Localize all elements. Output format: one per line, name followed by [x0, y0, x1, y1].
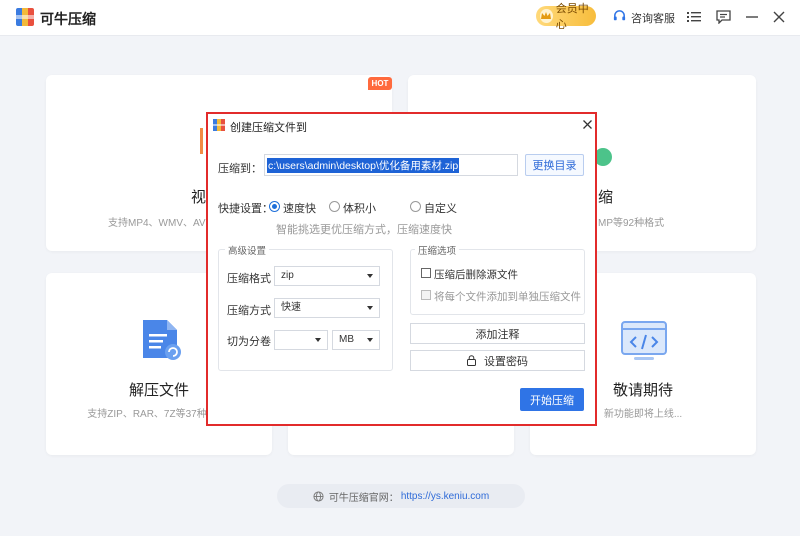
- start-compress-button[interactable]: 开始压缩: [520, 388, 584, 411]
- method-label: 压缩方式: [227, 305, 271, 317]
- dialog-title: 创建压缩文件到: [230, 122, 307, 134]
- set-password-label: 设置密码: [484, 355, 528, 368]
- crown-icon: [540, 9, 553, 23]
- hot-badge: HOT: [368, 77, 392, 90]
- image-card-subtitle: MP等92种格式: [598, 218, 665, 229]
- compress-to-label: 压缩到：: [218, 163, 262, 175]
- quick-settings-label: 快捷设置：: [218, 203, 273, 215]
- video-card-icon: [200, 128, 203, 154]
- advanced-settings-title: 高级设置: [225, 243, 270, 257]
- chevron-down-icon: [315, 338, 321, 342]
- split-unit-value: MB: [339, 334, 354, 345]
- dialog-close-icon[interactable]: [582, 119, 594, 131]
- method-select[interactable]: 快速: [274, 298, 380, 318]
- delete-source-checkbox[interactable]: [421, 268, 431, 278]
- menu-list-icon[interactable]: [686, 9, 702, 25]
- vip-center-button[interactable]: 会员中心: [536, 3, 596, 31]
- video-card-subtitle: 支持MP4、WMV、AVI、: [108, 218, 219, 229]
- vip-center-label: 会员中心: [555, 3, 589, 31]
- dialog-app-icon: [213, 119, 225, 131]
- code-screen-icon: [620, 320, 668, 367]
- minimize-icon[interactable]: [744, 9, 760, 25]
- lock-icon: [467, 355, 476, 366]
- compress-options-group: [410, 249, 585, 315]
- format-select[interactable]: zip: [274, 266, 380, 286]
- delete-source-label[interactable]: 压缩后删除源文件: [434, 267, 518, 282]
- website-link[interactable]: https://ys.keniu.com: [401, 491, 489, 502]
- radio-custom-label[interactable]: 自定义: [424, 200, 457, 216]
- radio-size-label[interactable]: 体积小: [343, 200, 376, 216]
- feedback-icon[interactable]: [715, 9, 731, 25]
- website-bar: 可牛压缩官网： https://ys.keniu.com: [277, 484, 525, 508]
- output-path-value: c:\users\admin\desktop\优化备用素材.zip: [267, 158, 460, 173]
- radio-speed[interactable]: [269, 201, 280, 212]
- separate-archive-checkbox[interactable]: [421, 290, 431, 300]
- chevron-down-icon: [367, 338, 373, 342]
- dialog-header: 创建压缩文件到: [208, 114, 595, 138]
- chevron-down-icon: [367, 306, 373, 310]
- compress-options-title: 压缩选项: [415, 243, 460, 257]
- set-password-button[interactable]: 设置密码: [410, 350, 585, 371]
- radio-size[interactable]: [329, 201, 340, 212]
- image-card-title: 缩: [598, 189, 614, 206]
- add-comment-button[interactable]: 添加注释: [410, 323, 585, 344]
- extract-file-icon: [139, 318, 183, 365]
- separate-archive-label[interactable]: 将每个文件添加到单独压缩文件: [434, 289, 581, 304]
- app-name: 可牛压缩: [40, 11, 96, 27]
- split-unit-select[interactable]: MB: [332, 330, 380, 350]
- format-label: 压缩格式: [227, 273, 271, 285]
- video-card-title: 视: [191, 189, 207, 206]
- output-path-input[interactable]: c:\users\admin\desktop\优化备用素材.zip: [264, 154, 518, 176]
- split-volume-label: 切为分卷: [227, 336, 271, 348]
- close-icon[interactable]: [771, 9, 787, 25]
- radio-custom[interactable]: [410, 201, 421, 212]
- title-bar: 可牛压缩 会员中心 咨询客服: [0, 0, 800, 36]
- radio-speed-label[interactable]: 速度快: [283, 200, 316, 216]
- globe-icon: [313, 490, 324, 502]
- quick-settings-hint: 智能挑选更优压缩方式，压缩速度快: [276, 224, 452, 236]
- format-value: zip: [281, 270, 294, 281]
- customer-service-label: 咨询客服: [631, 13, 675, 25]
- app-logo-icon: [16, 8, 34, 26]
- customer-service-button[interactable]: 咨询客服: [612, 9, 675, 27]
- split-size-select[interactable]: [274, 330, 328, 350]
- change-directory-button[interactable]: 更换目录: [525, 154, 584, 176]
- chevron-down-icon: [367, 274, 373, 278]
- website-label: 可牛压缩官网：: [328, 492, 399, 504]
- method-value: 快速: [281, 302, 301, 313]
- headset-icon: [612, 9, 627, 27]
